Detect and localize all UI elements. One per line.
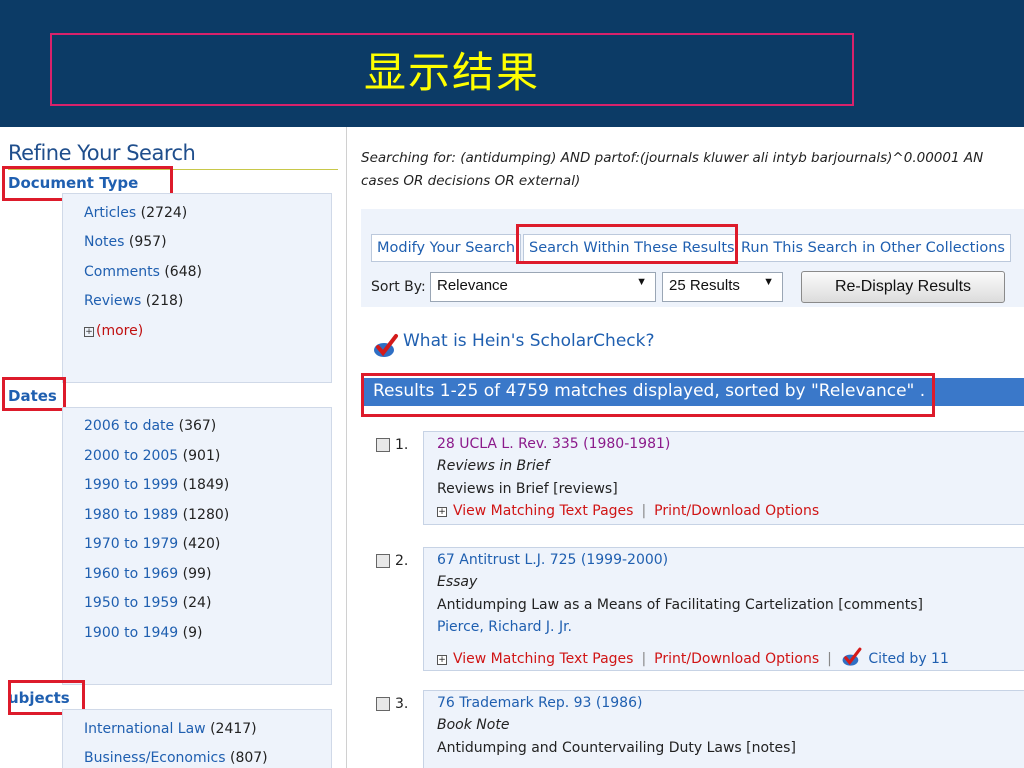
sort-by-label: Sort By: — [371, 279, 426, 295]
expand-icon: + — [84, 327, 94, 337]
result-checkbox[interactable] — [376, 438, 390, 452]
view-matching-pages-link[interactable]: View Matching Text Pages — [453, 651, 633, 667]
subject-item-business[interactable]: Business/Economics (807) — [84, 750, 268, 766]
highlight-box-search-within — [516, 224, 738, 264]
result-number: 2. — [395, 553, 409, 569]
result-title: Antidumping and Countervailing Duty Laws… — [437, 740, 796, 756]
date-item-2000[interactable]: 2000 to 2005 (901) — [84, 448, 220, 464]
search-query: Searching for: (antidumping) AND partof:… — [361, 147, 1024, 193]
result-item: 76 Trademark Rep. 93 (1986) Book Note An… — [423, 690, 1024, 768]
result-actions: + View Matching Text Pages | Print/Download… — [437, 646, 949, 668]
slide-title: 显示结果 — [363, 48, 540, 97]
result-citation[interactable]: 76 Trademark Rep. 93 (1986) — [437, 695, 642, 711]
document-type-panel — [62, 193, 332, 383]
result-checkbox[interactable] — [376, 554, 390, 568]
result-citation[interactable]: 28 UCLA L. Rev. 335 (1980-1981) — [437, 436, 670, 452]
result-actions: + View Matching Text Pages | Print/Download… — [437, 503, 820, 519]
screenshot: Refine Your Search Document Type Article… — [0, 127, 1024, 768]
result-number: 1. — [395, 437, 409, 453]
refine-sidebar: Refine Your Search Document Type Article… — [0, 127, 347, 768]
facet-item-comments[interactable]: Comments (648) — [84, 264, 202, 280]
slide-title-box: 显示结果 — [50, 33, 854, 106]
date-item-2006[interactable]: 2006 to date (367) — [84, 418, 216, 434]
scholarcheck-link[interactable]: What is Hein's ScholarCheck? — [403, 331, 655, 351]
run-other-collections-button[interactable]: Run This Search in Other Collections — [735, 234, 1011, 262]
result-type: Book Note — [437, 717, 510, 733]
expand-icon: + — [437, 655, 447, 665]
result-item: 67 Antitrust L.J. 725 (1999-2000) Essay … — [423, 547, 1024, 671]
scholarcheck-icon — [374, 334, 398, 357]
result-type: Reviews in Brief — [437, 458, 550, 474]
refine-title: Refine Your Search — [8, 141, 196, 165]
result-title: Antidumping Law as a Means of Facilitati… — [437, 597, 923, 613]
results-main: Searching for: (antidumping) AND partof:… — [348, 127, 1024, 768]
date-item-1950[interactable]: 1950 to 1959 (24) — [84, 595, 211, 611]
facet-item-articles[interactable]: Articles (2724) — [84, 205, 187, 221]
dropdown-arrow-icon: ▼ — [763, 276, 774, 288]
scholarcheck-icon — [842, 647, 862, 666]
print-download-link[interactable]: Print/Download Options — [654, 651, 819, 667]
date-item-1900[interactable]: 1900 to 1949 (9) — [84, 625, 203, 641]
result-type: Essay — [437, 574, 478, 590]
date-item-1990[interactable]: 1990 to 1999 (1849) — [84, 477, 229, 493]
highlight-box-dates — [2, 377, 66, 411]
more-link[interactable]: + (more) — [84, 323, 143, 339]
result-author[interactable]: Pierce, Richard J. Jr. — [437, 619, 572, 635]
facet-item-reviews[interactable]: Reviews (218) — [84, 293, 183, 309]
result-number: 3. — [395, 696, 409, 712]
dropdown-arrow-icon: ▼ — [636, 276, 647, 288]
view-matching-pages-link[interactable]: View Matching Text Pages — [453, 503, 633, 519]
result-citation[interactable]: 67 Antitrust L.J. 725 (1999-2000) — [437, 552, 668, 568]
sort-select[interactable]: Relevance ▼ — [430, 272, 656, 302]
redisplay-button[interactable]: Re-Display Results — [801, 271, 1005, 303]
date-item-1960[interactable]: 1960 to 1969 (99) — [84, 566, 211, 582]
date-item-1970[interactable]: 1970 to 1979 (420) — [84, 536, 220, 552]
result-title: Reviews in Brief [reviews] — [437, 481, 618, 497]
subject-item-international-law[interactable]: International Law (2417) — [84, 721, 257, 737]
print-download-link[interactable]: Print/Download Options — [654, 503, 819, 519]
search-query-line-2: cases OR decisions OR external) — [361, 173, 581, 189]
results-count-select[interactable]: 25 Results ▼ — [662, 272, 783, 302]
highlight-box-results-summary — [361, 373, 935, 417]
facet-item-notes[interactable]: Notes (957) — [84, 234, 167, 250]
expand-icon: + — [437, 507, 447, 517]
search-query-line-1: Searching for: (antidumping) AND partof:… — [361, 150, 984, 166]
result-item: 28 UCLA L. Rev. 335 (1980-1981) Reviews … — [423, 431, 1024, 525]
modify-search-button[interactable]: Modify Your Search — [371, 234, 522, 262]
date-item-1980[interactable]: 1980 to 1989 (1280) — [84, 507, 229, 523]
cited-by-link[interactable]: Cited by 11 — [868, 651, 949, 667]
result-checkbox[interactable] — [376, 697, 390, 711]
